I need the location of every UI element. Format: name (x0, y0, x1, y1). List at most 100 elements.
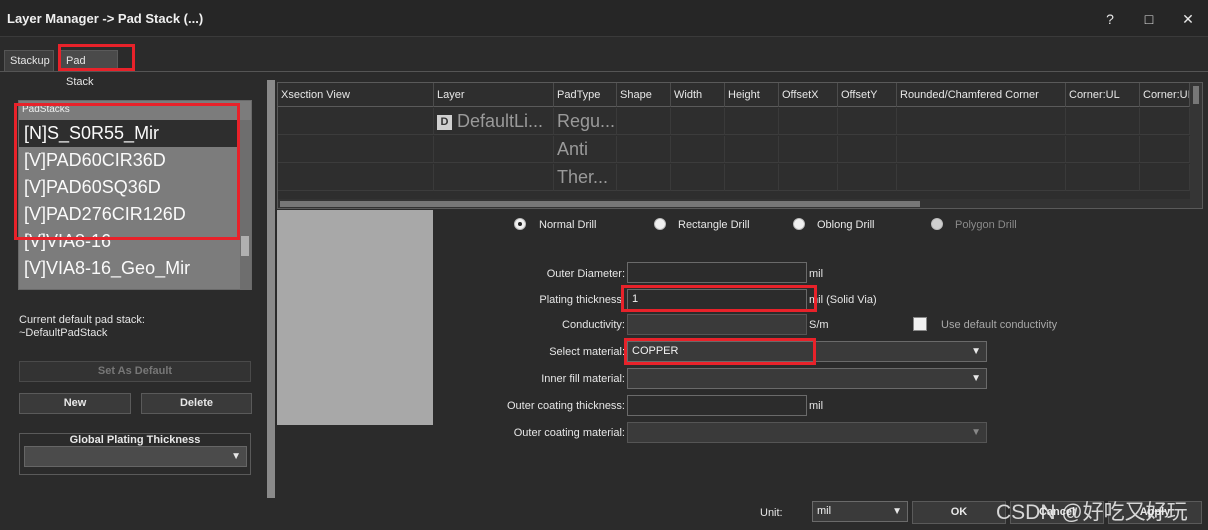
unit-label: Unit: (760, 507, 783, 519)
grid-row[interactable]: Anti (278, 136, 1190, 163)
layer-grid[interactable]: Xsection View Layer PadType Shape Width … (277, 82, 1203, 209)
grid-cell (838, 164, 897, 191)
grid-header: Xsection View Layer PadType Shape Width … (278, 83, 1202, 107)
title-bar: Layer Manager -> Pad Stack (...) ? □ ✕ (0, 0, 1208, 37)
polygon-drill-label[interactable]: Polygon Drill (955, 219, 1017, 231)
padtype-cell: Regu... (554, 108, 617, 135)
chevron-down-icon: ▼ (231, 451, 241, 462)
normal-drill-label[interactable]: Normal Drill (539, 219, 596, 231)
tab-pad-stack[interactable]: Pad Stack (60, 50, 118, 88)
inner-fill-material-dropdown[interactable]: ▼ (627, 368, 987, 389)
column-header[interactable]: Height (725, 83, 779, 107)
grid-cell (779, 164, 838, 191)
outer-diameter-unit: mil (809, 268, 824, 280)
help-icon[interactable]: ? (1099, 8, 1121, 30)
grid-cell (897, 108, 1066, 135)
maximize-icon[interactable]: □ (1138, 8, 1160, 30)
watermark: CSDN @好吃又好玩 (996, 501, 1188, 524)
select-material-value: COPPER (632, 345, 679, 357)
grid-cell (617, 164, 671, 191)
oblong-drill-radio[interactable] (793, 218, 805, 230)
ok-button[interactable]: OK (912, 501, 1006, 524)
column-header[interactable]: PadType (554, 83, 617, 107)
padstacks-list[interactable]: [N]S_S0R55_Mir [V]PAD60CIR36D [V]PAD60SQ… (19, 120, 241, 290)
conductivity-label: Conductivity: (562, 319, 625, 331)
inner-fill-material-label: Inner fill material: (541, 373, 625, 385)
layer-type-icon: D (437, 114, 452, 130)
padstacks-scrollbar[interactable] (240, 120, 251, 290)
use-default-conductivity-label[interactable]: Use default conductivity (941, 319, 1057, 331)
grid-cell (617, 136, 671, 163)
column-header[interactable]: OffsetY (838, 83, 897, 107)
xsection-cell (278, 136, 434, 163)
xsection-cell (278, 164, 434, 191)
conductivity-input[interactable] (627, 314, 807, 335)
unit-value: mil (817, 505, 832, 517)
grid-cell (1066, 108, 1140, 135)
padstacks-scroll-thumb[interactable] (241, 236, 249, 256)
column-header[interactable]: OffsetX (779, 83, 838, 107)
column-header[interactable]: Width (671, 83, 725, 107)
grid-vertical-scroll-thumb[interactable] (1193, 86, 1199, 104)
set-as-default-button[interactable]: Set As Default (19, 361, 251, 382)
normal-drill-radio[interactable] (514, 218, 526, 230)
outer-coating-material-dropdown[interactable]: ▼ (627, 422, 987, 443)
padstack-item[interactable]: [V]PAD60CIR36D (19, 147, 241, 174)
padstack-item[interactable]: [V]VIA8-16_Geo_Mir (19, 255, 241, 282)
grid-cell (671, 108, 725, 135)
global-plating-select[interactable]: ▼ (24, 446, 247, 467)
chevron-down-icon: ▼ (971, 373, 981, 384)
column-header[interactable]: Xsection View (278, 83, 434, 107)
close-icon[interactable]: ✕ (1177, 8, 1199, 30)
padtype-cell: Anti (554, 136, 617, 163)
polygon-drill-radio[interactable] (931, 218, 943, 230)
tab-stackup[interactable]: Stackup (4, 50, 54, 71)
use-default-conductivity-checkbox[interactable] (913, 317, 927, 331)
layer-name: DefaultLi... (457, 111, 544, 131)
padstack-item[interactable]: [V]PAD276CIR126D (19, 201, 241, 228)
column-header[interactable]: Layer (434, 83, 554, 107)
conductivity-unit: S/m (809, 319, 829, 331)
grid-cell (779, 136, 838, 163)
grid-row[interactable]: D DefaultLi... Regu... (278, 108, 1190, 135)
grid-cell (671, 164, 725, 191)
grid-cell (725, 108, 779, 135)
grid-cell (1066, 136, 1140, 163)
padstack-item[interactable]: [N]S_S0R55_Mir (19, 120, 241, 147)
padstack-item[interactable]: [V]VIA8-16 (19, 228, 241, 255)
rectangle-drill-radio[interactable] (654, 218, 666, 230)
padtype-cell: Ther... (554, 164, 617, 191)
column-header[interactable]: Shape (617, 83, 671, 107)
rectangle-drill-label[interactable]: Rectangle Drill (678, 219, 750, 231)
outer-coating-thickness-input[interactable] (627, 395, 807, 416)
column-header[interactable]: Corner:UI (1140, 83, 1190, 107)
column-header[interactable]: Rounded/Chamfered Corner (897, 83, 1066, 107)
chevron-down-icon: ▼ (971, 346, 981, 357)
grid-cell (838, 136, 897, 163)
grid-cell (725, 164, 779, 191)
grid-cell (838, 108, 897, 135)
plating-thickness-input[interactable]: 1 (627, 289, 807, 310)
grid-cell (1140, 108, 1190, 135)
delete-button[interactable]: Delete (141, 393, 252, 414)
grid-cell (1140, 164, 1190, 191)
unit-dropdown[interactable]: mil ▼ (812, 501, 908, 522)
panel-splitter[interactable] (267, 80, 275, 498)
outer-diameter-input[interactable] (627, 262, 807, 283)
outer-coating-thickness-unit: mil (809, 400, 824, 412)
chevron-down-icon: ▼ (971, 427, 981, 438)
layer-cell (434, 136, 554, 163)
tab-divider (0, 71, 1208, 72)
grid-cell (897, 164, 1066, 191)
grid-cell (617, 108, 671, 135)
column-header[interactable]: Corner:UL (1066, 83, 1140, 107)
select-material-dropdown[interactable]: COPPER ▼ (627, 341, 987, 362)
grid-cell (1066, 164, 1140, 191)
new-button[interactable]: New (19, 393, 131, 414)
window-title: Layer Manager -> Pad Stack (...) (7, 11, 204, 26)
grid-row[interactable]: Ther... (278, 164, 1190, 191)
oblong-drill-label[interactable]: Oblong Drill (817, 219, 874, 231)
padstack-item[interactable]: [V]PAD60SQ36D (19, 174, 241, 201)
grid-cell (1140, 136, 1190, 163)
grid-horizontal-scroll-thumb[interactable] (280, 201, 920, 207)
